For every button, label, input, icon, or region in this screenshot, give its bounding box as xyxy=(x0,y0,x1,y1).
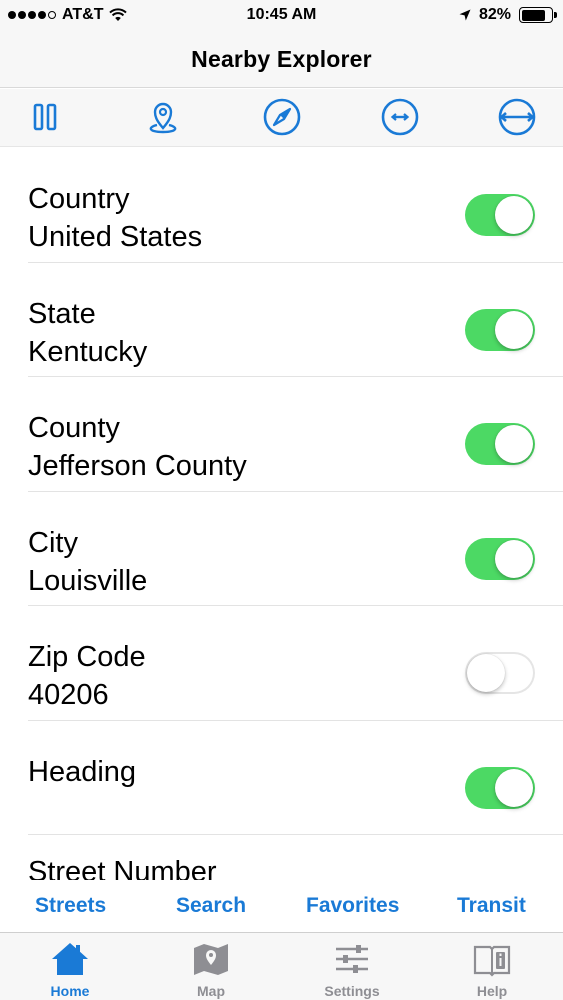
tab-settings[interactable]: Settings xyxy=(282,933,422,1000)
city-toggle[interactable] xyxy=(465,537,535,580)
list-item-state: State Kentucky xyxy=(28,263,563,377)
toggle-knob xyxy=(495,310,533,349)
heading-toggle[interactable] xyxy=(465,766,535,809)
list-item-county: County Jefferson County xyxy=(28,377,563,492)
location-arrow-icon xyxy=(459,9,471,21)
row-label: County xyxy=(28,412,120,444)
state-toggle[interactable] xyxy=(465,308,535,351)
range-wide-icon xyxy=(498,98,536,136)
favorites-link[interactable]: Favorites xyxy=(306,894,399,918)
list-item-country: Country United States xyxy=(28,148,563,263)
range-wide-button[interactable] xyxy=(497,97,537,137)
tab-bar: Home Map Settings Help xyxy=(0,932,563,1000)
book-info-icon xyxy=(473,945,511,977)
toolbar xyxy=(0,89,563,147)
screen: AT&T 10:45 AM 82% Nearby Explorer Countr… xyxy=(0,0,563,1000)
row-value: 40206 xyxy=(28,679,109,711)
compass-button[interactable] xyxy=(262,97,302,137)
home-icon xyxy=(52,943,88,975)
toggle-knob xyxy=(495,425,533,463)
county-toggle[interactable] xyxy=(465,423,535,465)
navigation-bar: Nearby Explorer xyxy=(0,32,563,88)
tab-home[interactable]: Home xyxy=(0,933,140,1000)
row-label: City xyxy=(28,526,78,559)
country-toggle[interactable] xyxy=(465,194,535,236)
location-pin-icon xyxy=(149,102,177,134)
row-label: Street Number xyxy=(28,856,217,880)
range-narrow-button[interactable] xyxy=(380,97,420,137)
battery-percent: 82% xyxy=(478,6,511,23)
toggle-knob xyxy=(495,768,533,807)
row-label: Heading xyxy=(28,755,137,788)
compass-icon xyxy=(263,98,301,136)
row-value: Louisville xyxy=(28,564,148,597)
row-label: Zip Code xyxy=(28,641,146,673)
streets-link[interactable]: Streets xyxy=(35,894,106,918)
row-label: Country xyxy=(28,183,130,215)
pause-button[interactable] xyxy=(25,97,65,137)
row-value: Jefferson County xyxy=(28,450,247,482)
map-icon xyxy=(194,944,228,975)
row-label: State xyxy=(28,297,96,330)
pause-icon xyxy=(33,103,57,131)
toggle-knob xyxy=(467,654,505,692)
list-item-heading: Heading xyxy=(28,721,563,835)
page-title: Nearby Explorer xyxy=(191,46,372,72)
list-item-city: City Louisville xyxy=(28,492,563,606)
tab-help[interactable]: Help xyxy=(422,933,562,1000)
battery-icon xyxy=(519,7,557,23)
battery-fill xyxy=(521,9,546,21)
settings-list: Country United States State Kentucky Cou… xyxy=(0,148,563,880)
tab-map[interactable]: Map xyxy=(141,933,281,1000)
search-link[interactable]: Search xyxy=(176,894,246,918)
status-bar: AT&T 10:45 AM 82% xyxy=(0,0,563,32)
location-button[interactable] xyxy=(143,97,183,137)
toggle-knob xyxy=(495,196,533,234)
toggle-knob xyxy=(495,539,533,578)
transit-link[interactable]: Transit xyxy=(457,894,526,918)
tab-label: Home xyxy=(50,983,90,999)
tab-label: Settings xyxy=(324,983,380,999)
tab-label: Map xyxy=(197,983,225,999)
status-right: 82% xyxy=(459,6,557,24)
range-narrow-icon xyxy=(381,98,419,136)
settings-sliders-icon xyxy=(336,945,368,973)
category-links: Streets Search Favorites Transit xyxy=(0,880,563,932)
row-value: Kentucky xyxy=(28,335,148,368)
list-item-street-number: Street Number xyxy=(28,835,563,880)
zip-code-toggle[interactable] xyxy=(465,652,535,694)
list-item-zip-code: Zip Code 40206 xyxy=(28,606,563,721)
row-value: United States xyxy=(28,221,203,253)
tab-label: Help xyxy=(476,983,508,999)
